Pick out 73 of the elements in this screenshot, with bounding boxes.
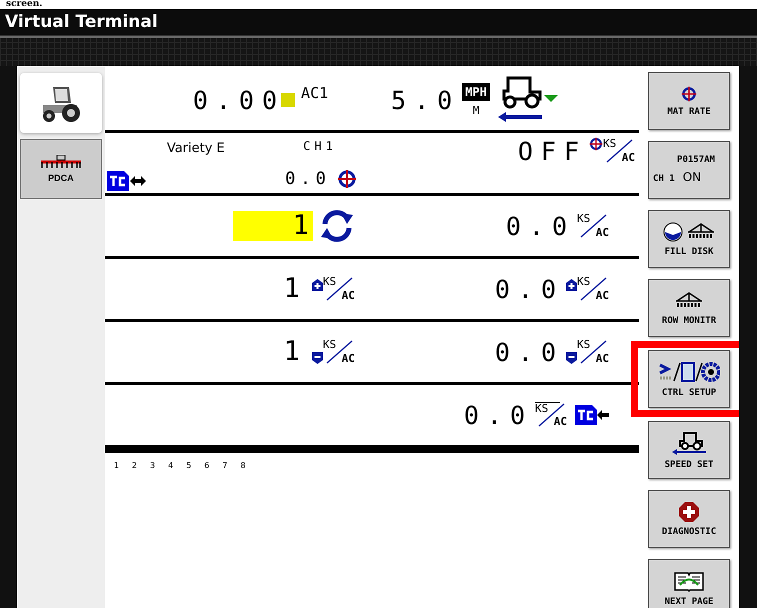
page-number: 5 (186, 461, 192, 470)
page-number: 6 (204, 461, 210, 470)
slash-icon (578, 339, 608, 365)
area-value: 0.00 (192, 86, 286, 114)
softkey[interactable]: CTRL SETUP (648, 350, 730, 408)
slash-icon (536, 402, 566, 428)
window-title: Virtual Terminal (5, 12, 158, 32)
page-number: 2 (132, 461, 138, 470)
planter-icon (38, 155, 83, 171)
minus-marker-icon (566, 352, 578, 364)
tractor-speed-icon (672, 430, 706, 454)
crosshair-icon (681, 86, 698, 102)
left-arrow-icon (597, 410, 610, 420)
rate-value: 0.0 (494, 338, 564, 366)
rate-unit-numerator: KS (535, 402, 560, 414)
softkey[interactable]: FILL DISK (648, 210, 730, 268)
rate-value: 0.0 (494, 274, 564, 304)
page-number: 4 (168, 461, 174, 470)
product-rate: 0.0 (285, 169, 331, 189)
count-value: 1 (282, 274, 301, 304)
softkey[interactable]: MAT RATE (648, 72, 730, 130)
rate-unit-denominator: AC (596, 227, 610, 238)
minus-marker-icon (312, 352, 323, 364)
rate-unit-denominator: AC (596, 353, 610, 364)
count-field[interactable]: 1 (232, 211, 313, 241)
rate-unit-numerator: KS (577, 213, 590, 224)
speed-unit: MPH (462, 83, 490, 101)
slash-icon (604, 138, 634, 164)
count-unit-denominator: AC (342, 353, 355, 364)
softkey[interactable]: P0157AM CH 1 ON (648, 141, 730, 199)
refresh-icon (318, 209, 355, 243)
count-unit-numerator: KS (322, 339, 336, 350)
tc-icon (575, 405, 598, 425)
page-number: 1 (114, 461, 119, 470)
slash-icon (578, 213, 608, 239)
rate-value: 0.0 (464, 400, 534, 430)
rate-unit-numerator: KS (577, 339, 590, 350)
crosshair-icon (336, 169, 357, 189)
softkey[interactable]: DIAGNOSTIC (648, 490, 730, 548)
speed-source: M (472, 104, 480, 117)
tractor-direction-icon (496, 75, 558, 125)
product-name: Variety E (166, 141, 222, 156)
page-number: 7 (222, 461, 228, 470)
page-number: 8 (240, 461, 246, 470)
count-value: 1 (282, 337, 301, 367)
rate-value: 0.0 (506, 212, 576, 240)
plus-marker-icon (312, 279, 323, 291)
status-unit-denominator: AC (622, 152, 636, 163)
status-unit-numerator: KS (603, 138, 616, 149)
area-unit: AC1 (301, 84, 330, 102)
side-tab[interactable]: PDCA (20, 139, 102, 199)
controller-setup-icon (658, 360, 720, 382)
slash-icon (578, 276, 608, 302)
speed-value: 5.0 (391, 86, 460, 114)
softkey[interactable]: SPEED SET (648, 421, 730, 479)
book-icon (674, 570, 704, 592)
count-unit-numerator: KS (322, 276, 336, 287)
rate-unit-denominator: AC (596, 290, 610, 301)
side-tab[interactable] (20, 73, 102, 133)
double-arrow-icon (130, 176, 146, 186)
softkey[interactable]: ROW MONITR (648, 279, 730, 337)
crosshair-icon (589, 137, 604, 151)
area-swatch (281, 93, 296, 107)
plus-marker-icon (566, 279, 578, 291)
channel-label: CH1 (303, 139, 337, 153)
status-value: OFF (518, 137, 588, 166)
rate-unit-numerator: KS (577, 276, 590, 287)
softkey[interactable]: NEXT PAGE (648, 559, 730, 608)
rate-unit-denominator: AC (554, 416, 568, 427)
page-number: 3 (150, 461, 156, 470)
medical-cross-icon (679, 502, 700, 522)
disk-icon (663, 222, 684, 242)
count-unit-denominator: AC (342, 290, 355, 301)
